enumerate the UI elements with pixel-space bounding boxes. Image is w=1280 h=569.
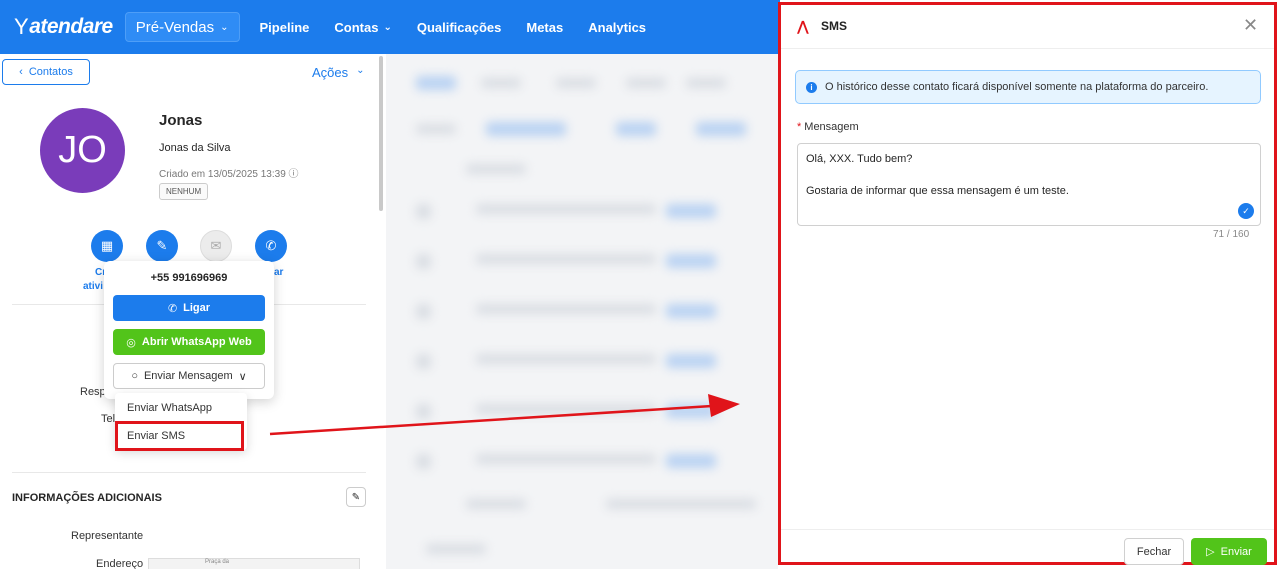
contact-name: Jonas xyxy=(159,112,203,129)
brand-icon: ⋀ xyxy=(797,18,809,34)
telefone-label: Tel xyxy=(101,413,116,425)
edit-icon: ✎ xyxy=(156,238,168,253)
phone-number: +55 991696969 xyxy=(150,272,228,284)
modal-footer-divider xyxy=(781,529,1274,530)
contact-full-name: Jonas da Silva xyxy=(159,142,231,154)
create-activity-label-2: ativi xyxy=(83,281,104,292)
message-textarea[interactable]: Olá, XXX. Tudo bem? Gostaria de informar… xyxy=(797,143,1261,226)
open-whatsapp-web-button[interactable]: ◎ Abrir WhatsApp Web xyxy=(113,329,265,355)
menu-item-send-whatsapp[interactable]: Enviar WhatsApp xyxy=(127,402,212,414)
call-button[interactable]: ✆ xyxy=(255,230,287,262)
divider xyxy=(12,472,366,473)
sms-modal: ⋀ SMS ✕ i O histórico desse contato fica… xyxy=(778,2,1277,565)
info-icon: i xyxy=(806,81,817,93)
modal-title: SMS xyxy=(821,19,848,33)
create-note-button[interactable]: ✎ xyxy=(146,230,178,262)
check-icon: ✓ xyxy=(1238,203,1254,219)
call-phone-button[interactable]: ✆ Ligar xyxy=(113,295,265,321)
send-icon: ▷ xyxy=(1206,546,1215,558)
top-navbar: Yatendare Pré-Vendas ⌄ Pipeline Contas ⌄ … xyxy=(0,0,780,54)
additional-info-title: INFORMAÇÕES ADICIONAIS xyxy=(12,492,162,504)
nav-analytics[interactable]: Analytics xyxy=(588,20,646,35)
address-map[interactable]: Praça da xyxy=(148,558,360,569)
info-alert: i O histórico desse contato ficará dispo… xyxy=(795,70,1261,104)
status-badge: NENHUM xyxy=(159,183,209,200)
created-date: Criado em 13/05/2025 13:39 ⓘ xyxy=(159,169,299,180)
scrollbar[interactable] xyxy=(379,56,383,211)
chevron-down-icon: ⌄ xyxy=(220,21,229,33)
responsavel-label: Resp xyxy=(80,386,106,398)
phone-icon: ✆ xyxy=(167,302,178,315)
back-to-contacts-button[interactable]: ‹ Contatos xyxy=(2,59,90,85)
workspace-selector[interactable]: Pré-Vendas ⌄ xyxy=(124,12,240,42)
workspace-label: Pré-Vendas xyxy=(135,18,215,36)
info-icon: ⓘ xyxy=(288,169,299,180)
avatar: JO xyxy=(40,108,125,193)
chevron-left-icon: ‹ xyxy=(19,66,23,78)
email-button[interactable]: ✉ xyxy=(200,230,232,262)
actions-dropdown[interactable]: Ações ⌄ xyxy=(312,65,365,80)
send-button[interactable]: ▷ Enviar xyxy=(1191,538,1267,565)
chevron-down-icon: ⌄ xyxy=(383,21,392,33)
endereco-label: Endereço xyxy=(96,558,144,569)
nav-qualificacoes[interactable]: Qualificações xyxy=(417,20,502,35)
phone-popover: +55 991696969 ✆ Ligar ◎ Abrir WhatsApp W… xyxy=(104,261,274,399)
modal-header: ⋀ SMS ✕ xyxy=(781,5,1274,49)
nav-contas[interactable]: Contas ⌄ xyxy=(334,20,391,35)
close-icon[interactable]: ✕ xyxy=(1243,15,1258,36)
calendar-icon: ▦ xyxy=(100,238,114,253)
send-message-dropdown[interactable]: ○ Enviar Mensagem ∨ xyxy=(113,363,265,389)
pencil-icon: ✎ xyxy=(351,491,361,503)
nav-pipeline[interactable]: Pipeline xyxy=(260,20,310,35)
edit-additional-info-button[interactable]: ✎ xyxy=(346,487,366,507)
phone-icon: ✆ xyxy=(265,238,277,253)
mail-icon: ✉ xyxy=(210,238,222,253)
close-button[interactable]: Fechar xyxy=(1124,538,1184,565)
character-counter: 71 / 160 xyxy=(1213,229,1250,240)
call-label: ar xyxy=(274,267,284,278)
create-activity-button[interactable]: ▦ xyxy=(91,230,123,262)
blurred-background-content xyxy=(386,54,778,569)
message-label: * Mensagem xyxy=(797,121,859,133)
chevron-down-icon: ⌄ xyxy=(356,65,365,76)
app-logo[interactable]: Yatendare xyxy=(14,14,113,40)
chevron-down-icon: ∨ xyxy=(238,370,247,383)
representante-label: Representante xyxy=(71,530,144,542)
nav-metas[interactable]: Metas xyxy=(526,20,563,35)
whatsapp-icon: ◎ xyxy=(126,336,136,349)
highlight-box xyxy=(115,421,244,451)
chat-bubble-icon: ○ xyxy=(131,370,138,382)
